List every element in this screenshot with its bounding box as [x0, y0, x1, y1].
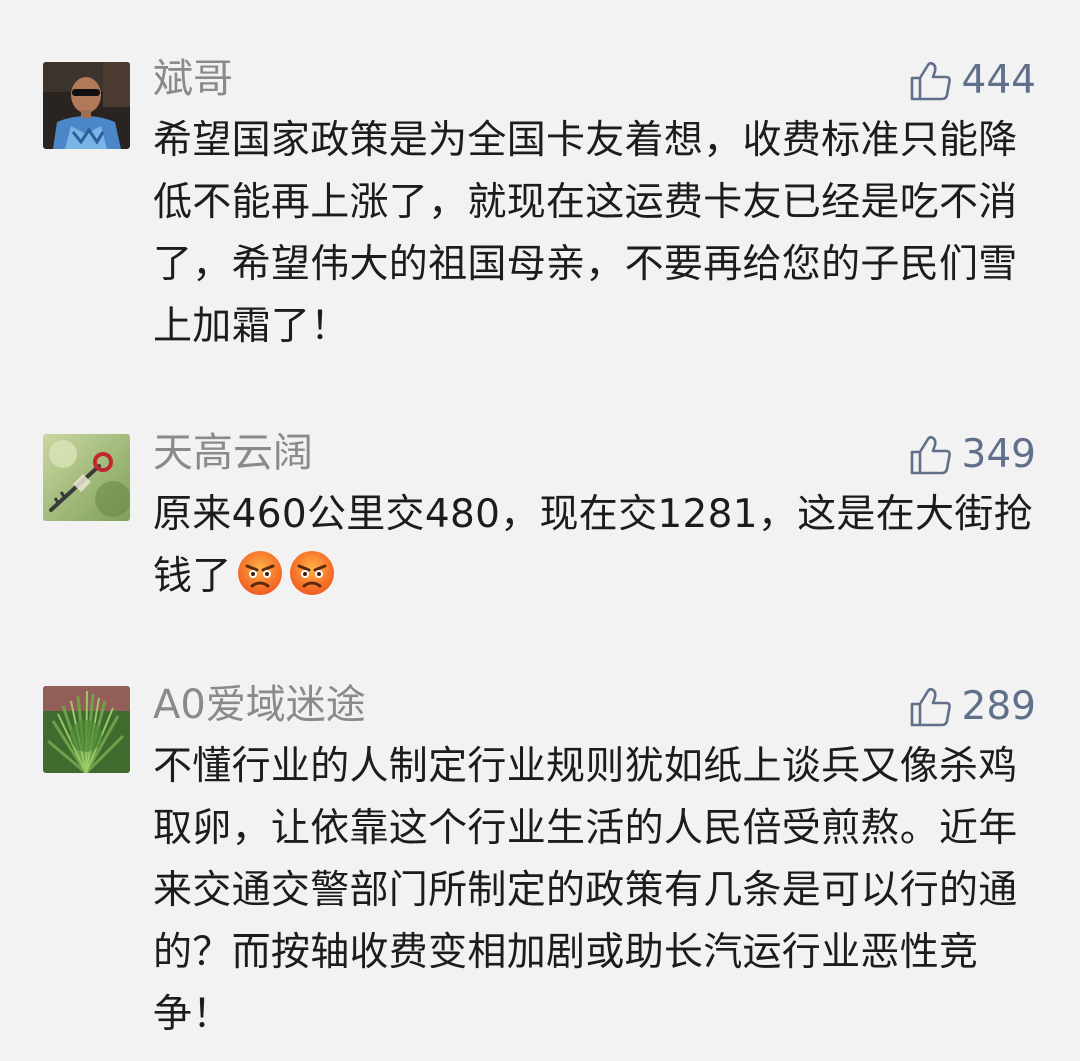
avatar[interactable]	[43, 434, 130, 521]
username[interactable]: 斌哥	[153, 54, 233, 104]
angry-face-icon	[288, 549, 336, 597]
username[interactable]: A0爱域迷途	[153, 680, 366, 730]
like-button[interactable]: 444	[910, 56, 1036, 106]
comment-text-body: 原来460公里交480，现在交1281，这是在大街抢钱了	[153, 492, 1033, 599]
avatar[interactable]	[43, 62, 130, 149]
like-button[interactable]: 349	[910, 430, 1036, 480]
like-count: 289	[961, 684, 1036, 729]
thumbs-up-icon	[910, 61, 952, 101]
comment-list: 斌哥 444 希望国家政策是为全国卡友着想，收费标准只能降低不能再上涨了，就现在…	[0, 0, 1080, 1061]
thumbs-up-icon	[910, 687, 952, 727]
angry-face-icon	[236, 549, 284, 597]
comment-text: 原来460公里交480，现在交1281，这是在大街抢钱了	[153, 484, 1033, 608]
like-count: 349	[961, 432, 1036, 477]
username[interactable]: 天高云阔	[153, 428, 313, 478]
comment-text: 不懂行业的人制定行业规则犹如纸上谈兵又像杀鸡取卵，让依靠这个行业生活的人民倍受煎…	[153, 744, 1018, 1037]
thumbs-up-icon	[910, 435, 952, 475]
avatar[interactable]	[43, 686, 130, 773]
like-count: 444	[961, 58, 1036, 103]
comment-text: 希望国家政策是为全国卡友着想，收费标准只能降低不能再上涨了，就现在这运费卡友已经…	[153, 118, 1018, 349]
like-button[interactable]: 289	[910, 682, 1036, 732]
